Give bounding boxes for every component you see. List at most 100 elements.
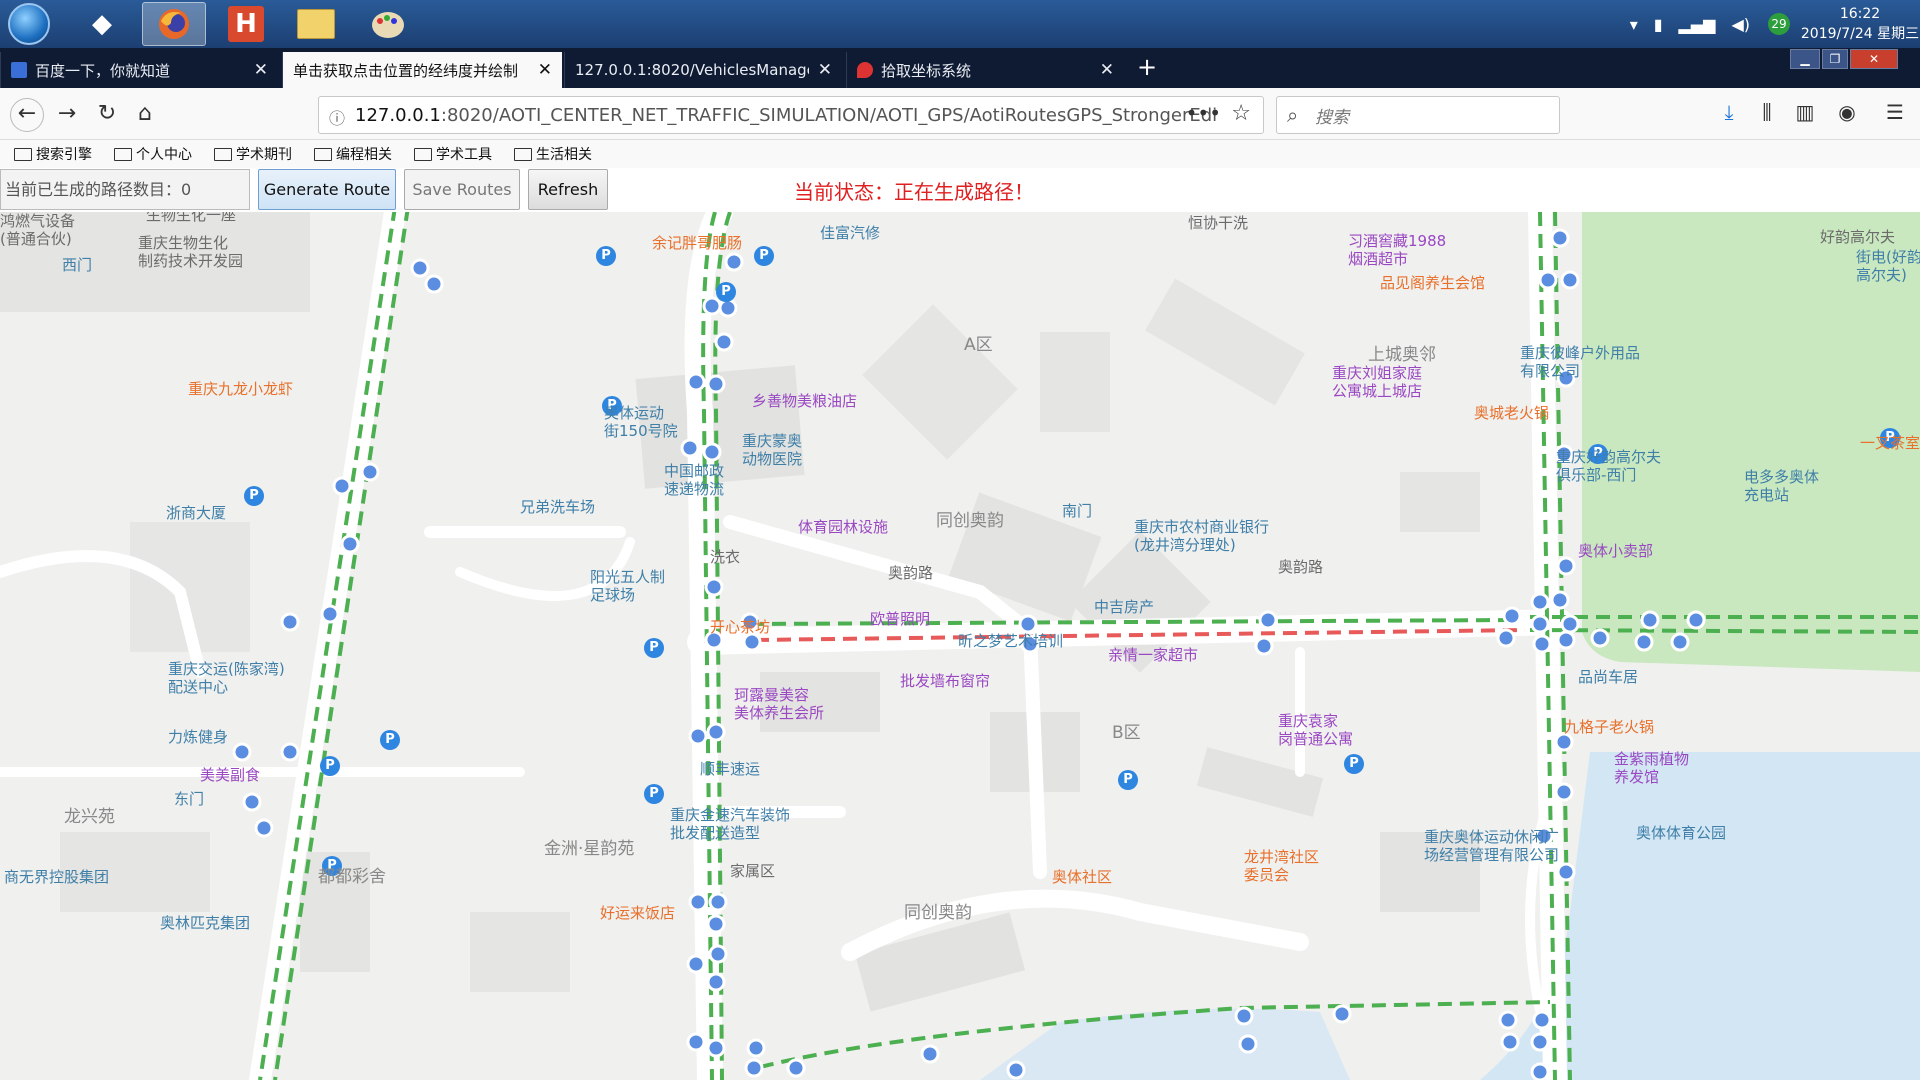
map-label: 重庆刘姐家庭 公寓城上城店: [1332, 364, 1423, 400]
menu-icon[interactable]: ☰: [1880, 100, 1910, 130]
reload-button[interactable]: ↻: [92, 100, 122, 130]
map-label: 奥体小卖部: [1578, 542, 1654, 560]
tab-baidu[interactable]: 百度一下，你就知道 ✕: [0, 52, 278, 88]
map-label: 重庆好韵高尔夫 俱乐部-西门: [1556, 448, 1662, 484]
downloads-icon[interactable]: ⤓: [1714, 100, 1744, 130]
tab-coordinate-picker[interactable]: 拾取坐标系统 ✕: [846, 52, 1124, 88]
parking-icon: P: [754, 246, 774, 266]
map-label: 金紫雨植物 养发馆: [1614, 750, 1690, 786]
map-label: B区: [1112, 723, 1141, 743]
info-icon[interactable]: ⓘ: [329, 105, 345, 129]
page-actions-icon[interactable]: •••: [1186, 101, 1221, 125]
map-label: 金洲·星韵苑: [544, 839, 635, 859]
parking-icon: P: [716, 282, 736, 302]
map-pin-favicon-icon: [857, 62, 873, 78]
maximize-button[interactable]: ❐: [1822, 49, 1848, 69]
map-label: 美美副食: [200, 766, 261, 784]
map-label: 龙井湾社区 委员会: [1244, 848, 1320, 884]
map-label: 顺丰速运: [700, 760, 761, 778]
explorer-app-icon[interactable]: ◆: [70, 2, 134, 46]
bookmark-folder[interactable]: 个人中心: [114, 144, 192, 164]
close-tab-icon[interactable]: ✕: [538, 60, 552, 80]
map-label: 力炼健身: [168, 728, 229, 746]
firefox-app-icon[interactable]: [142, 2, 206, 46]
url-path: :8020/AOTI_CENTER_NET_TRAFFIC_SIMULATION…: [440, 104, 1218, 126]
hbuilder-app-icon[interactable]: H: [214, 2, 278, 46]
map-label: 阳光五人制 足球场: [590, 568, 666, 604]
refresh-button[interactable]: Refresh: [528, 169, 608, 210]
map-label: 生物生化一座: [146, 212, 237, 224]
close-tab-icon[interactable]: ✕: [254, 60, 268, 80]
parking-icon: P: [380, 730, 400, 750]
tray-expand-icon[interactable]: ▾: [1630, 15, 1638, 34]
tab-route-generator[interactable]: 单击获取点击位置的经纬度并绘制 ✕: [282, 52, 562, 88]
paint-app-icon[interactable]: [356, 2, 420, 46]
system-tray: ▾ ▮ ▂▄▆ ◀) 29 16:22 2019/7/24 星期三: [1622, 0, 1920, 48]
bookmark-folder[interactable]: 学术期刊: [214, 144, 292, 164]
minimize-button[interactable]: ▁: [1790, 49, 1820, 69]
new-tab-button[interactable]: +: [1132, 52, 1162, 84]
bookmark-label: 个人中心: [136, 147, 192, 163]
close-window-button[interactable]: ✕: [1850, 49, 1898, 69]
map-label: 亲情一家超市: [1108, 646, 1199, 664]
map-label: 奥韵路: [888, 564, 934, 582]
generate-route-button[interactable]: Generate Route: [258, 169, 396, 210]
map-label: 重庆奥体运动休闲广 场经营管理有限公司: [1424, 828, 1560, 864]
volume-icon[interactable]: ◀): [1731, 15, 1750, 34]
parking-icon: P: [244, 486, 264, 506]
home-button[interactable]: ⌂: [130, 100, 160, 130]
bookmark-star-icon[interactable]: ☆: [1231, 101, 1251, 126]
map-label: 欧普照明: [870, 610, 931, 628]
map-label: 乡善物美粮油店: [752, 392, 858, 410]
bookmark-folder[interactable]: 学术工具: [414, 144, 492, 164]
account-icon[interactable]: ◉: [1832, 100, 1862, 130]
start-button[interactable]: [8, 3, 50, 45]
map-label: 奥林匹克集团: [160, 914, 251, 932]
map-label: 佳富汽修: [820, 224, 881, 242]
map-label: 重庆金速汽车装饰 批发配送造型: [670, 806, 791, 842]
tab-title: 127.0.0.1:8020/VehiclesManager: [575, 61, 809, 79]
map-label: A区: [964, 335, 993, 355]
search-input[interactable]: ⌕ 搜索: [1276, 96, 1560, 134]
file-manager-app-icon[interactable]: [284, 2, 348, 46]
sidebar-icon[interactable]: ▥: [1790, 100, 1820, 130]
map-label: 龙兴苑: [64, 807, 115, 827]
library-icon[interactable]: ⫼: [1752, 100, 1782, 130]
tab-title: 百度一下，你就知道: [35, 61, 171, 80]
forward-button[interactable]: →: [52, 100, 82, 130]
parking-icon: P: [1344, 754, 1364, 774]
route-count-field[interactable]: 当前已生成的路径数目：0: [0, 169, 250, 210]
battery-icon[interactable]: ▮: [1654, 15, 1663, 34]
map-label: 电多多奥体 充电站: [1744, 468, 1820, 504]
map-label: 奥体运动 街150号院: [604, 404, 678, 440]
map-label: 商无界控股集团: [4, 868, 110, 886]
map-label: 九格子老火锅: [1564, 718, 1655, 736]
map-label: 奥体体育公园: [1636, 824, 1727, 842]
back-button[interactable]: ←: [10, 98, 44, 132]
folder-icon: [514, 147, 532, 161]
address-bar[interactable]: ⓘ 127.0.0.1 :8020/AOTI_CENTER_NET_TRAFFI…: [318, 96, 1264, 134]
map-label: 好运来饭店: [600, 904, 676, 922]
clock[interactable]: 16:22 2019/7/24 星期三: [1800, 4, 1920, 44]
bookmark-folder[interactable]: 搜索引擎: [14, 144, 92, 164]
network-badge[interactable]: 29: [1768, 13, 1790, 35]
map-label: 恒协干洗: [1188, 214, 1249, 232]
bookmark-folder[interactable]: 编程相关: [314, 144, 392, 164]
tab-vehicles-manager[interactable]: 127.0.0.1:8020/VehiclesManager ✕: [564, 52, 842, 88]
close-tab-icon[interactable]: ✕: [818, 60, 832, 80]
signal-icon[interactable]: ▂▄▆: [1679, 15, 1716, 34]
map-label: 兄弟洗车场: [520, 498, 596, 516]
map-canvas[interactable]: P P P P P P P P P P P P P P 鸿燃气设备 (普通合伙)…: [0, 212, 1920, 1080]
map-label: 奥韵路: [1278, 558, 1324, 576]
map-label: 奥城老火锅: [1474, 404, 1550, 422]
folder-icon: [214, 147, 232, 161]
baidu-favicon-icon: [11, 62, 27, 78]
folder-icon: [114, 147, 132, 161]
bookmark-folder[interactable]: 生活相关: [514, 144, 592, 164]
folder-icon: [414, 147, 432, 161]
close-tab-icon[interactable]: ✕: [1100, 60, 1114, 80]
save-routes-button[interactable]: Save Routes: [404, 169, 520, 210]
map-label: 重庆生物生化 制药技术开发园: [138, 234, 244, 270]
map-label: 一叉茶室: [1860, 434, 1920, 452]
search-icon: ⌕: [1287, 103, 1299, 127]
